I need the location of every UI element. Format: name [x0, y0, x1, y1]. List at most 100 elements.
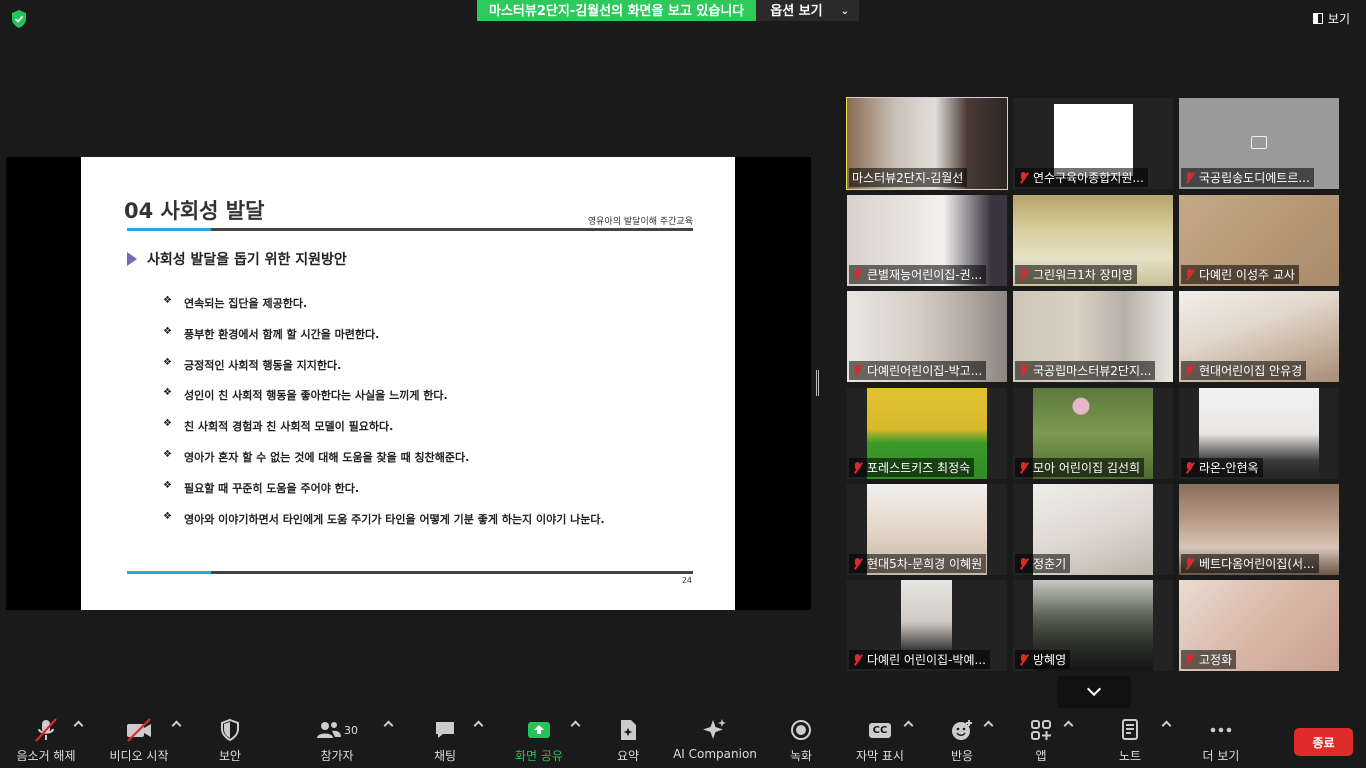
apps-label: 앱 — [1035, 749, 1047, 763]
record-icon — [789, 713, 813, 747]
participant-tile[interactable]: 고정화 — [1179, 580, 1339, 671]
slide-bullet: ❖ 필요할 때 꾸준히 도움을 주어야 한다. — [163, 480, 605, 511]
participants-label: 참가자 — [320, 749, 354, 763]
presentation-slide: 04 사회성 발달 영유아의 발달이해 주간교육 사회성 발달을 돕기 위한 지… — [81, 157, 735, 610]
mic-muted-icon — [1184, 171, 1196, 184]
mic-muted-icon — [852, 557, 864, 570]
participant-label: 큰별재능어린이집-권... — [849, 265, 987, 284]
slide-bullet: ❖ 풍부한 환경에서 함께 할 시간을 마련한다. — [163, 326, 605, 357]
participants-options-caret[interactable] — [383, 720, 394, 731]
slide-footer-rule — [127, 571, 693, 574]
chevron-down-icon: ⌄ — [840, 6, 850, 17]
mic-muted-icon — [1018, 653, 1030, 666]
participant-tile[interactable]: 방혜영 — [1013, 580, 1173, 671]
view-options-button[interactable]: 옵션 보기 ⌄ — [756, 0, 860, 21]
diamond-bullet-icon: ❖ — [163, 325, 172, 337]
participant-name: 방혜영 — [1033, 653, 1067, 667]
view-button[interactable]: 보기 — [1312, 10, 1350, 27]
security-button[interactable]: 보안 — [210, 713, 250, 768]
participant-video — [901, 580, 952, 650]
captions-button[interactable]: CC 자막 표시 — [852, 713, 908, 768]
participant-tile[interactable]: 모아 어린이집 김선희 — [1013, 388, 1173, 479]
slide-bullet: ❖ 영아가 혼자 할 수 없는 것에 대해 도움을 찾을 때 칭찬해준다. — [163, 449, 605, 480]
slide-bullet-text: 긍정적인 사회적 행동을 지지한다. — [183, 358, 342, 372]
gallery-next-page-button[interactable] — [1057, 676, 1131, 708]
more-label: 더 보기 — [1202, 749, 1240, 763]
shield-icon — [218, 713, 242, 747]
video-options-caret[interactable] — [171, 720, 182, 731]
apps-options-caret[interactable] — [1063, 720, 1074, 731]
participants-button[interactable]: 30 참가자 — [312, 713, 362, 768]
summary-icon — [617, 713, 639, 747]
share-screen-label: 화면 공유 — [515, 749, 563, 763]
mic-muted-icon — [1184, 557, 1196, 570]
share-screen-icon — [526, 713, 552, 747]
participant-tile[interactable]: 마스터뷰2단지-김월선 — [846, 97, 1008, 190]
resize-handle[interactable] — [816, 370, 819, 396]
participant-tile[interactable]: 포레스트키즈 최정숙 — [847, 388, 1007, 479]
captions-label: 자막 표시 — [856, 749, 904, 763]
share-status-text: 마스터뷰2단지-김월선의 화면을 보고 있습니다 — [477, 0, 757, 21]
security-shield-icon[interactable] — [8, 8, 30, 30]
participant-label: 현대5차-문희경 이혜원 — [849, 554, 987, 573]
arrow-bullet-icon — [127, 252, 137, 266]
mic-muted-icon — [32, 713, 60, 747]
participant-name: 현대5차-문희경 이혜원 — [867, 557, 983, 571]
chat-button[interactable]: 채팅 — [425, 713, 465, 768]
participant-name: 모아 어린이집 김선희 — [1033, 461, 1140, 475]
participant-tile[interactable]: 국공립마스터뷰2단지... — [1013, 291, 1173, 382]
notes-options-caret[interactable] — [1161, 720, 1172, 731]
reactions-button[interactable]: 반응 — [942, 713, 982, 768]
participant-tile[interactable]: 베트다옴어린이집(서... — [1179, 484, 1339, 575]
participants-count: 30 — [344, 723, 358, 737]
more-button[interactable]: 더 보기 — [1199, 713, 1243, 768]
participant-label: 라온-안현옥 — [1181, 458, 1263, 477]
participant-tile[interactable]: 라온-안현옥 — [1179, 388, 1339, 479]
participant-tile[interactable]: 큰별재능어린이집-권... — [847, 195, 1007, 286]
participant-name: 베트다옴어린이집(서... — [1199, 557, 1315, 571]
chat-label: 채팅 — [433, 749, 457, 763]
diamond-bullet-icon: ❖ — [163, 356, 172, 368]
participants-icon-wrap: 30 — [312, 713, 362, 747]
shared-screen[interactable]: 04 사회성 발달 영유아의 발달이해 주간교육 사회성 발달을 돕기 위한 지… — [6, 157, 811, 610]
share-options-caret[interactable] — [570, 720, 581, 731]
participant-tile[interactable]: 현대어린이집 안유경 — [1179, 291, 1339, 382]
slide-subtitle-text: 사회성 발달을 돕기 위한 지원방안 — [147, 252, 347, 268]
start-video-button[interactable]: 비디오 시작 — [107, 713, 171, 768]
ellipsis-icon — [1209, 713, 1233, 747]
participant-tile[interactable]: 국공립송도디에트르... — [1179, 98, 1339, 189]
notes-button[interactable]: 노트 — [1110, 713, 1150, 768]
participant-tile[interactable]: 그린워크1차 장미영 — [1013, 195, 1173, 286]
slide-bullet: ❖ 영아와 이야기하면서 타인에게 도움 주기가 타인을 어떻게 기분 좋게 하는… — [163, 511, 605, 542]
slide-header-rule — [127, 228, 693, 231]
participant-tile[interactable]: 연수구육아종합지원... — [1013, 98, 1173, 189]
participant-name: 다예린 이성주 교사 — [1199, 268, 1295, 282]
ai-companion-button[interactable]: AI Companion — [673, 713, 757, 768]
share-screen-button[interactable]: 화면 공유 — [510, 713, 568, 768]
meeting-toolbar: 음소거 해제 비디오 시작 보안 30 참가자 채팅 화면 공유 요약 AI C… — [0, 713, 1366, 768]
participant-name: 고정화 — [1199, 653, 1233, 667]
layout-icon — [1312, 13, 1323, 24]
slide-bullet-text: 연속되는 집단을 제공한다. — [183, 297, 308, 310]
participant-name: 큰별재능어린이집-권... — [867, 268, 983, 282]
participant-tile[interactable]: 다예린어린이집-박고... — [847, 291, 1007, 382]
participant-tile[interactable]: 현대5차-문희경 이혜원 — [847, 484, 1007, 575]
unmute-label: 음소거 해제 — [16, 749, 76, 763]
apps-button[interactable]: 앱 — [1021, 713, 1061, 768]
diamond-bullet-icon: ❖ — [163, 479, 172, 491]
mic-muted-icon — [1018, 557, 1030, 570]
slide-bullet-text: 영아와 이야기하면서 타인에게 도움 주기가 타인을 어떻게 기분 좋게 하는지… — [183, 512, 605, 526]
participants-icon — [317, 722, 341, 738]
participant-tile[interactable]: 다예린 이성주 교사 — [1179, 195, 1339, 286]
participant-label: 다예린어린이집-박고... — [849, 361, 987, 380]
reactions-options-caret[interactable] — [983, 720, 994, 731]
chat-options-caret[interactable] — [473, 720, 484, 731]
slide-bullet-text: 친 사회적 경험과 친 사회적 모델이 필요하다. — [183, 420, 394, 434]
view-button-label: 보기 — [1327, 12, 1350, 26]
end-meeting-button[interactable]: 종료 — [1294, 728, 1353, 756]
record-button[interactable]: 녹화 — [781, 713, 821, 768]
participant-tile[interactable]: 다예린 어린이집-박예... — [847, 580, 1007, 671]
summary-button[interactable]: 요약 — [608, 713, 648, 768]
participant-tile[interactable]: 정춘기 — [1013, 484, 1173, 575]
unmute-button[interactable]: 음소거 해제 — [14, 713, 78, 768]
